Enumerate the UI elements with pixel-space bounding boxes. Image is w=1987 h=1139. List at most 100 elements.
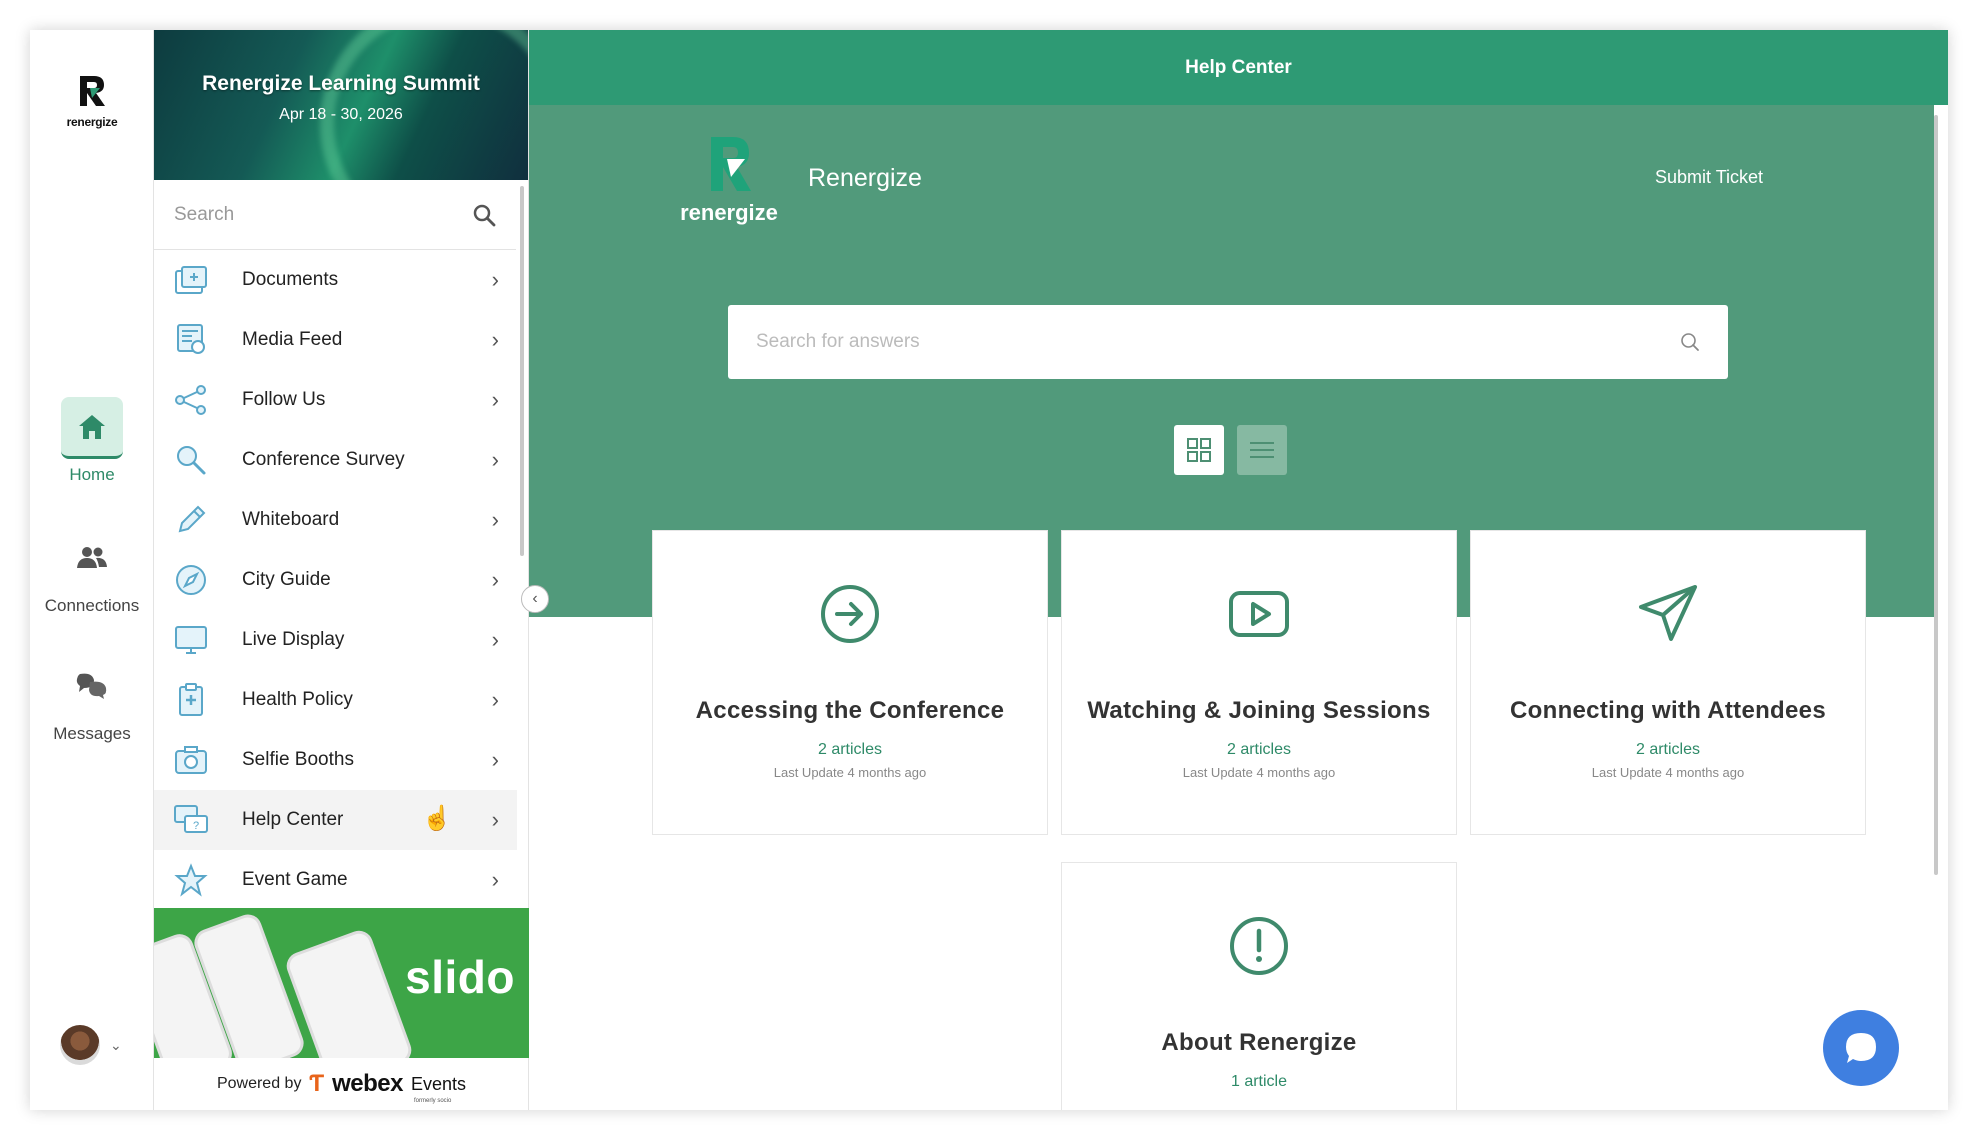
sidebar-item-label: Whiteboard <box>242 509 340 530</box>
sidebar-item-health-policy[interactable]: Health Policy › <box>154 670 517 730</box>
chevron-right-icon: › <box>491 387 499 412</box>
left-rail: renergize Home Connections Messages ⌄ <box>30 30 154 1110</box>
powered-by-footer: Powered by Ƭ webex Events formerly socio <box>154 1058 529 1110</box>
paper-plane-icon <box>1639 585 1697 641</box>
exclamation-circle-icon <box>1230 917 1288 975</box>
help-center-main: Help Center renergize Renergize Submit T… <box>529 30 1948 1110</box>
list-view-toggle[interactable] <box>1237 425 1287 475</box>
pencil-icon <box>172 501 210 539</box>
sidebar-item-follow-us[interactable]: Follow Us › <box>154 370 517 430</box>
compass-icon <box>172 561 210 599</box>
grid-icon <box>1187 438 1211 462</box>
category-card[interactable]: About Renergize 1 article <box>1061 862 1457 1110</box>
sidebar-item-conference-survey[interactable]: Conference Survey › <box>154 430 517 490</box>
help-chat-icon: ? <box>172 801 210 839</box>
sidebar-item-label: Follow Us <box>242 389 326 410</box>
app-window: renergize Home Connections Messages ⌄ Re… <box>30 30 1948 1110</box>
page-title-bar: Help Center <box>529 30 1948 105</box>
sidebar-search-input[interactable] <box>174 203 434 226</box>
grid-view-toggle[interactable] <box>1174 425 1224 475</box>
arrow-circle-icon <box>821 585 879 643</box>
event-banner[interactable]: Renergize Learning Summit Apr 18 - 30, 2… <box>154 30 528 180</box>
renergize-mark-icon <box>711 137 751 191</box>
sidebar-item-label: Documents <box>242 269 339 290</box>
home-icon <box>61 397 123 459</box>
rail-item-messages[interactable]: Messages <box>30 666 154 744</box>
chevron-right-icon: › <box>491 507 499 532</box>
play-video-icon <box>1229 591 1289 637</box>
card-last-update: Last Update 4 months ago <box>1182 765 1336 780</box>
event-sidebar: Renergize Learning Summit Apr 18 - 30, 2… <box>154 30 529 1110</box>
help-search-input[interactable] <box>756 331 1636 353</box>
user-menu[interactable]: ⌄ <box>60 1025 122 1065</box>
card-article-count: 1 article <box>1230 1073 1288 1090</box>
renergize-mark-icon <box>80 76 105 106</box>
news-icon <box>172 321 210 359</box>
sidebar-search <box>154 180 516 250</box>
magnifier-icon <box>172 441 210 479</box>
sidebar-item-event-game[interactable]: Event Game › <box>154 850 517 910</box>
sidebar-item-label: City Guide <box>242 569 331 590</box>
rail-item-connections[interactable]: Connections <box>30 538 154 616</box>
rail-item-label: Connections <box>44 596 140 615</box>
card-article-count: 2 articles <box>1635 741 1701 758</box>
rail-item-home[interactable]: Home <box>30 397 154 485</box>
share-icon <box>172 381 210 419</box>
avatar <box>60 1025 100 1065</box>
chat-bubble-icon <box>1846 1033 1876 1063</box>
slido-logo-text: slido <box>405 951 515 1003</box>
chevron-right-icon: › <box>491 627 499 652</box>
chevron-right-icon: › <box>491 807 499 832</box>
sidebar-item-label: Live Display <box>242 629 345 650</box>
chevron-right-icon: › <box>491 747 499 772</box>
renergize-logo[interactable]: renergize <box>60 74 124 129</box>
category-card[interactable]: Connecting with Attendees 2 articles Las… <box>1470 530 1866 835</box>
event-title: Renergize Learning Summit <box>202 72 480 95</box>
chevron-right-icon: › <box>491 447 499 472</box>
collapse-sidebar-button[interactable]: ‹ <box>521 585 549 613</box>
webex-brand-suffix: Events <box>411 1073 467 1094</box>
search-icon[interactable] <box>1680 332 1700 352</box>
svg-text:?: ? <box>193 820 199 832</box>
sidebar-item-documents[interactable]: Documents › <box>154 250 517 310</box>
sidebar-item-label: Event Game <box>242 869 348 890</box>
people-icon <box>61 538 123 578</box>
search-icon[interactable] <box>472 203 496 227</box>
powered-by-label: Powered by <box>216 1075 302 1092</box>
documents-icon <box>172 261 210 299</box>
monitor-icon <box>172 621 210 659</box>
submit-ticket-link[interactable]: Submit Ticket <box>1655 167 1763 188</box>
sidebar-scrollbar[interactable] <box>520 186 524 556</box>
sidebar-item-label: Help Center <box>242 809 344 830</box>
chat-bubbles-icon <box>61 666 123 706</box>
rail-logo-text: renergize <box>66 115 118 129</box>
list-icon <box>1250 442 1274 458</box>
sidebar-item-media-feed[interactable]: Media Feed › <box>154 310 517 370</box>
webex-brand-text: webex <box>332 1070 403 1097</box>
main-scrollbar[interactable] <box>1934 115 1938 875</box>
sidebar-item-selfie-booths[interactable]: Selfie Booths › <box>154 730 517 790</box>
chat-launcher-button[interactable] <box>1823 1010 1899 1086</box>
chevron-down-icon: ⌄ <box>110 1036 122 1053</box>
sidebar-item-label: Selfie Booths <box>242 749 354 770</box>
sidebar-item-whiteboard[interactable]: Whiteboard › <box>154 490 517 550</box>
sidebar-item-city-guide[interactable]: City Guide › <box>154 550 517 610</box>
rail-item-label: Messages <box>53 724 131 743</box>
sidebar-item-live-display[interactable]: Live Display › <box>154 610 517 670</box>
star-icon <box>172 861 210 899</box>
category-card[interactable]: Watching & Joining Sessions 2 articles L… <box>1061 530 1457 835</box>
card-last-update: Last Update 4 months ago <box>773 765 927 780</box>
sidebar-item-label: Health Policy <box>242 689 353 710</box>
sidebar-item-help-center[interactable]: ? Help Center ☝ › <box>154 790 517 850</box>
event-date: Apr 18 - 30, 2026 <box>279 106 403 123</box>
chevron-right-icon: › <box>491 327 499 352</box>
sidebar-menu: Documents › Media Feed › Follow Us › Con… <box>154 250 517 910</box>
card-article-count: 2 articles <box>817 741 883 758</box>
category-card[interactable]: Accessing the Conference 2 articles Last… <box>652 530 1048 835</box>
card-article-count: 2 articles <box>1226 741 1292 758</box>
slido-ad-banner[interactable]: slido <box>154 908 529 1058</box>
webex-formerly-text: formerly socio <box>414 1098 452 1104</box>
card-last-update: Last Update 4 months ago <box>1591 765 1745 780</box>
clipboard-icon <box>172 681 210 719</box>
renergize-logo[interactable]: renergize <box>679 135 779 226</box>
